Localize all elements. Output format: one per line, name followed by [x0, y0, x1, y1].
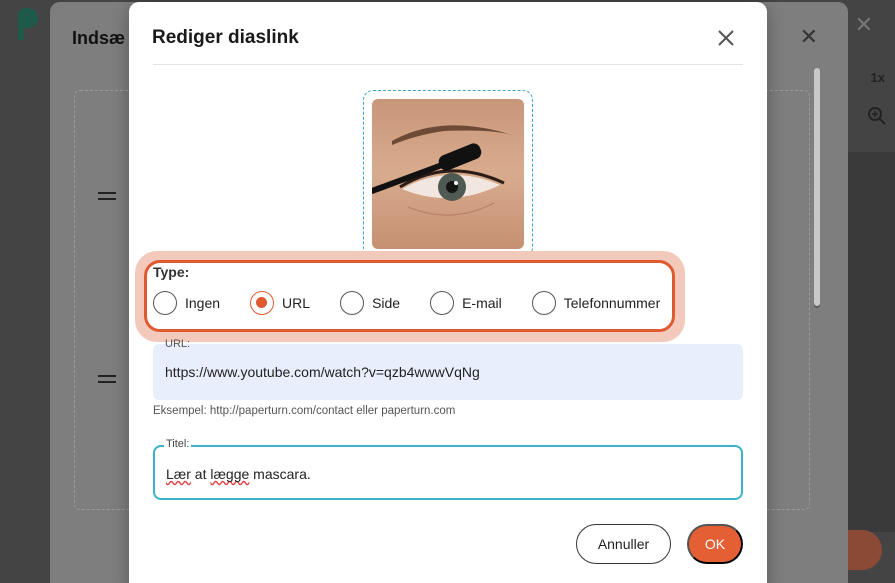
- title-divider: [153, 64, 743, 65]
- dialog-title: Rediger diaslink: [152, 27, 299, 48]
- outer-close-icon: ✕: [799, 24, 818, 49]
- background-side-panel: [848, 152, 895, 532]
- radio-circle[interactable]: [430, 291, 455, 315]
- title-text: at: [190, 466, 211, 482]
- radio-none[interactable]: Ingen: [153, 291, 220, 315]
- close-icon[interactable]: [715, 27, 737, 49]
- radio-label: URL: [282, 295, 311, 311]
- type-label: Type:: [153, 264, 190, 280]
- title-input[interactable]: Lær at lægge mascara.: [166, 466, 311, 482]
- slide-image-frame: [363, 90, 533, 258]
- radio-email[interactable]: E-mail: [430, 291, 502, 315]
- radio-circle[interactable]: [340, 291, 365, 315]
- zoom-in-icon: [868, 107, 886, 125]
- radio-circle[interactable]: [531, 291, 556, 315]
- title-text: mascara.: [249, 466, 311, 482]
- radio-circle[interactable]: [153, 291, 177, 315]
- radio-phone[interactable]: Telefonnummer: [531, 291, 661, 315]
- misspelled-word: Lær: [166, 466, 191, 482]
- radio-label: Telefonnummer: [563, 295, 661, 311]
- drag-handle-icon: [98, 375, 116, 383]
- url-field-label: URL:: [165, 338, 191, 350]
- radio-label: Side: [372, 295, 401, 311]
- outer-dialog-title: Indsæ: [72, 28, 126, 48]
- slide-image: [369, 99, 524, 249]
- cancel-button[interactable]: Annuller: [576, 524, 671, 564]
- drag-handle-icon: [98, 192, 116, 200]
- type-radio-group: Ingen URL Side E-mail Telefonnummer: [153, 290, 690, 316]
- app-close-icon: ✕: [854, 12, 873, 37]
- ok-button[interactable]: OK: [687, 524, 743, 564]
- misspelled-word: lægge: [210, 466, 250, 482]
- speed-indicator: 1x: [870, 70, 885, 85]
- dialog-scrollbar[interactable]: [814, 68, 820, 306]
- url-input[interactable]: https://www.youtube.com/watch?v=qzb4wwwV…: [165, 364, 480, 380]
- radio-page[interactable]: Side: [340, 291, 400, 315]
- radio-url[interactable]: URL: [250, 291, 310, 315]
- url-field[interactable]: URL: https://www.youtube.com/watch?v=qzb…: [153, 338, 743, 400]
- radio-label: E-mail: [462, 295, 502, 311]
- title-field-label: Titel:: [164, 438, 192, 450]
- paperturn-logo-icon: [18, 7, 38, 40]
- radio-label: Ingen: [185, 295, 221, 311]
- edit-slide-link-dialog: Rediger diaslink Type: Ingen URL Side E-…: [129, 2, 820, 583]
- title-field[interactable]: Titel: Lær at lægge mascara.: [153, 438, 743, 500]
- radio-circle[interactable]: [250, 291, 275, 315]
- url-example-hint: Eksempel: http://paperturn.com/contact e…: [153, 405, 456, 417]
